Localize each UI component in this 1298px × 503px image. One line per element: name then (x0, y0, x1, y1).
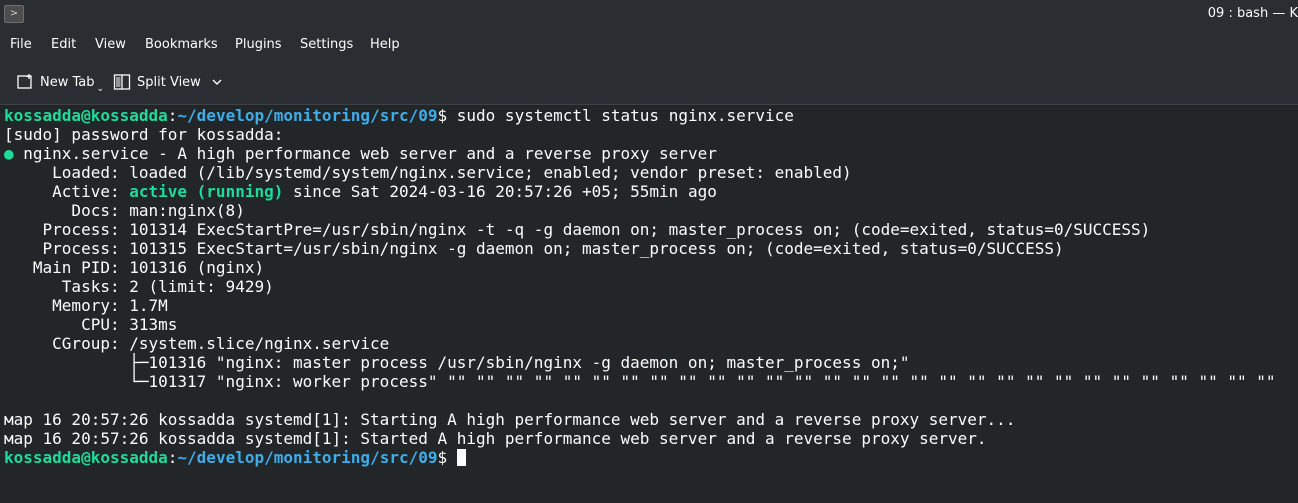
terminal-icon[interactable]: > (4, 5, 24, 23)
split-view-label: Split View (137, 74, 201, 90)
main-pid-line: Main PID: 101316 (nginx) (4, 258, 265, 277)
text-cursor (456, 449, 466, 466)
active-since: since Sat 2024-03-16 20:57:26 +05; 55min… (283, 182, 717, 201)
new-tab-button[interactable]: New Tab ⌄ (16, 70, 104, 94)
menu-bookmarks[interactable]: Bookmarks (145, 37, 218, 52)
active-line: Active: active (running) since Sat 2024-… (4, 182, 717, 201)
loaded-line: Loaded: loaded (/lib/systemd/system/ngin… (4, 163, 852, 182)
active-label: Active: (4, 182, 130, 201)
memory-line: Memory: 1.7M (4, 296, 168, 315)
log-line-2: мар 16 20:57:26 kossadda systemd[1]: Sta… (4, 429, 987, 448)
title-bar: > 09 : bash — K (0, 0, 1298, 30)
prompt-line: kossadda@kossadda:~/develop/monitoring/s… (4, 448, 466, 467)
menu-file[interactable]: File (10, 37, 32, 52)
prompt-sign: $ (437, 448, 457, 467)
process-line-2: Process: 101315 ExecStart=/usr/sbin/ngin… (4, 239, 1064, 258)
chevron-down-icon[interactable] (211, 76, 223, 88)
log-line-1: мар 16 20:57:26 kossadda systemd[1]: Sta… (4, 410, 1016, 429)
active-status: active (running) (129, 182, 284, 201)
prompt-sign: $ (437, 106, 457, 125)
cpu-line: CPU: 313ms (4, 315, 178, 334)
tasks-line: Tasks: 2 (limit: 9429) (4, 277, 274, 296)
menu-view[interactable]: View (95, 37, 126, 52)
split-view-button[interactable]: Split View (113, 70, 229, 94)
cgroup-child-1: ├─101316 "nginx: master process /usr/sbi… (4, 353, 910, 372)
terminal-output[interactable]: kossadda@kossadda:~/develop/monitoring/s… (0, 105, 1298, 503)
cgroup-line: CGroup: /system.slice/nginx.service (4, 334, 390, 353)
process-line-1: Process: 101314 ExecStartPre=/usr/sbin/n… (4, 220, 1151, 239)
menu-edit[interactable]: Edit (51, 37, 76, 52)
split-view-icon (113, 74, 131, 90)
status-dot-icon: ● (4, 144, 14, 163)
toolbar: New Tab ⌄ Split View (0, 60, 1298, 105)
prompt-path: ~/develop/monitoring/src/09 (177, 106, 438, 125)
menu-settings[interactable]: Settings (300, 37, 353, 52)
cgroup-child-2: └─101317 "nginx: worker process" "" "" "… (4, 372, 1276, 391)
new-tab-icon (17, 74, 32, 89)
prompt-user: kossadda@kossadda (4, 106, 168, 125)
command-line: kossadda@kossadda:~/develop/monitoring/s… (4, 106, 794, 125)
prompt-path: ~/develop/monitoring/src/09 (177, 448, 438, 467)
docs-line: Docs: man:nginx(8) (4, 201, 245, 220)
new-tab-menu-icon: ⌄ (96, 84, 105, 94)
service-description: nginx.service - A high performance web s… (13, 144, 717, 163)
menu-help[interactable]: Help (370, 37, 400, 52)
command-text: sudo systemctl status nginx.service (456, 106, 794, 125)
prompt-user: kossadda@kossadda (4, 448, 168, 467)
menu-bar: File Edit View Bookmarks Plugins Setting… (0, 30, 1298, 60)
window-title: 09 : bash — K (1207, 6, 1298, 21)
service-line: ● nginx.service - A high performance web… (4, 144, 717, 163)
sudo-line: [sudo] password for kossadda: (4, 125, 284, 144)
menu-plugins[interactable]: Plugins (235, 37, 282, 52)
new-tab-label: New Tab (40, 74, 95, 90)
